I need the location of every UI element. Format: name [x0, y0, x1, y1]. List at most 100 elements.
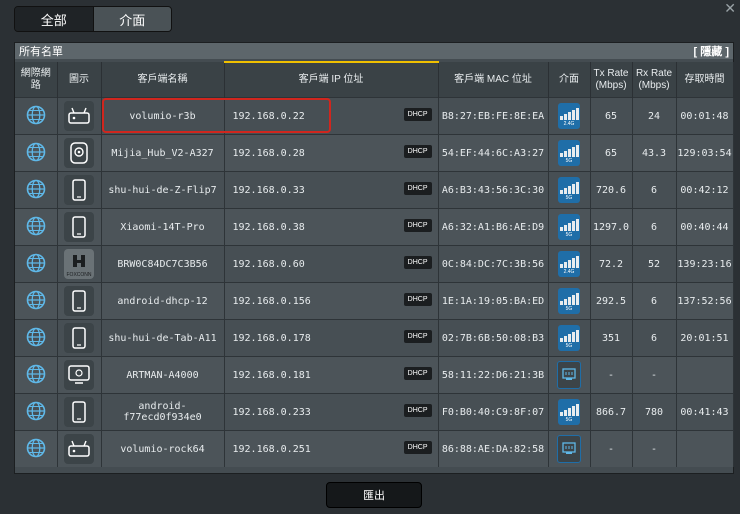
ip-text: 192.168.0.156: [232, 295, 311, 307]
panel-header: 所有名單 [ 隱藏 ]: [15, 43, 733, 59]
client-name[interactable]: ARTMAN-A4000: [101, 356, 225, 394]
device-icon-cell[interactable]: [57, 430, 102, 467]
tab-all[interactable]: 全部: [15, 7, 93, 31]
client-ip: 192.168.0.33 DHCP: [224, 171, 439, 209]
rx-rate: 6: [632, 208, 677, 246]
internet-cell[interactable]: [15, 208, 58, 246]
internet-cell[interactable]: [15, 319, 58, 357]
table-row[interactable]: shu-hui-de-Z-Flip7 192.168.0.33 DHCP A6:B3:…: [15, 171, 734, 209]
table-row[interactable]: shu-hui-de-Tab-A11 192.168.0.178 DHCP 02:7B…: [15, 319, 734, 357]
internet-cell[interactable]: [15, 134, 58, 172]
internet-cell[interactable]: [15, 97, 58, 135]
hide-link[interactable]: [ 隱藏 ]: [694, 43, 729, 59]
client-mac: F0:B0:40:C9:8F:07: [438, 393, 549, 431]
globe-icon[interactable]: [26, 401, 46, 424]
table-row[interactable]: android-f77ecd0f934e0 192.168.0.233 DHCP F0…: [15, 393, 734, 431]
table-row[interactable]: Xiaomi-14T-Pro 192.168.0.38 DHCP A6:32:A1:B…: [15, 208, 734, 246]
globe-icon[interactable]: [26, 179, 46, 202]
device-icon-cell[interactable]: [57, 319, 102, 357]
dhcp-badge: DHCP: [403, 182, 432, 195]
table-row[interactable]: ARTMAN-A4000 192.168.0.181 DHCP 58:11:22:D6…: [15, 356, 734, 394]
router-icon[interactable]: [64, 101, 94, 131]
router-icon[interactable]: [64, 434, 94, 464]
device-icon-cell[interactable]: [57, 97, 102, 135]
tab-interface[interactable]: 介面: [92, 7, 171, 31]
globe-icon[interactable]: [26, 327, 46, 350]
internet-cell[interactable]: [15, 245, 58, 283]
client-name[interactable]: volumio-rock64: [101, 430, 225, 467]
client-name[interactable]: shu-hui-de-Z-Flip7: [101, 171, 225, 209]
internet-cell[interactable]: [15, 282, 58, 320]
globe-icon[interactable]: [26, 438, 46, 461]
rx-rate: 780: [632, 393, 677, 431]
client-ip: 192.168.0.60 DHCP: [224, 245, 439, 283]
interface-cell: 2.4G: [548, 97, 591, 135]
client-ip: 192.168.0.38 DHCP: [224, 208, 439, 246]
ip-text: 192.168.0.178: [232, 332, 311, 344]
table-row[interactable]: FOXCONN BRW0C84DC7C3B56 192.168.0.60 DHCP 0C…: [15, 245, 734, 283]
globe-icon[interactable]: [26, 253, 46, 276]
device-icon-cell[interactable]: [57, 282, 102, 320]
wifi-interface-icon: 5G: [558, 140, 580, 166]
device-icon-cell[interactable]: FOXCONN: [57, 245, 102, 283]
col-access-time[interactable]: 存取時間: [676, 62, 734, 98]
internet-cell[interactable]: [15, 356, 58, 394]
col-icon[interactable]: 圖示: [57, 62, 102, 98]
client-name[interactable]: shu-hui-de-Tab-A11: [101, 319, 225, 357]
internet-cell[interactable]: [15, 430, 58, 467]
phone-icon[interactable]: [64, 212, 94, 242]
table-row[interactable]: volumio-rock64 192.168.0.251 DHCP 86:88:AE:…: [15, 430, 734, 467]
phone-icon[interactable]: [64, 323, 94, 353]
dhcp-badge: DHCP: [403, 367, 432, 380]
phone-icon[interactable]: [64, 286, 94, 316]
globe-icon[interactable]: [26, 290, 46, 313]
foxconn-icon[interactable]: FOXCONN: [64, 249, 94, 279]
table-row[interactable]: android-dhcp-12 192.168.0.156 DHCP 1E:1A:19…: [15, 282, 734, 320]
client-ip: 192.168.0.181 DHCP: [224, 356, 439, 394]
tx-rate: 351: [590, 319, 633, 357]
internet-cell[interactable]: [15, 171, 58, 209]
rx-rate: 52: [632, 245, 677, 283]
ip-text: 192.168.0.181: [232, 369, 311, 381]
export-button[interactable]: 匯出: [326, 482, 422, 508]
phone-icon[interactable]: [64, 175, 94, 205]
device-icon-cell[interactable]: [57, 171, 102, 209]
ethernet-interface-icon: [557, 361, 581, 389]
client-name[interactable]: android-dhcp-12: [101, 282, 225, 320]
ip-text: 192.168.0.33: [232, 184, 305, 196]
access-time: 00:42:12: [676, 171, 734, 209]
col-client-ip[interactable]: 客戶端 IP 位址: [224, 61, 439, 98]
device-icon-cell[interactable]: [57, 393, 102, 431]
client-list-panel: 所有名單 [ 隱藏 ] 網際網路 圖示 客戶端名稱 客戶端 IP 位址 客戶端 …: [14, 42, 734, 474]
globe-icon[interactable]: [26, 216, 46, 239]
device-icon-cell[interactable]: [57, 134, 102, 172]
device-icon-cell[interactable]: [57, 356, 102, 394]
globe-icon[interactable]: [26, 105, 46, 128]
monitor-icon[interactable]: [64, 360, 94, 390]
ip-text: 192.168.0.60: [232, 258, 305, 270]
selection-highlight: [102, 98, 331, 133]
client-mac: 54:EF:44:6C:A3:27: [438, 134, 549, 172]
client-name[interactable]: BRW0C84DC7C3B56: [101, 245, 225, 283]
access-time: 00:41:43: [676, 393, 734, 431]
col-internet[interactable]: 網際網路: [15, 62, 58, 98]
tx-rate: 292.5: [590, 282, 633, 320]
device-icon-cell[interactable]: [57, 208, 102, 246]
phone-icon[interactable]: [64, 397, 94, 427]
client-name[interactable]: android-f77ecd0f934e0: [101, 393, 225, 431]
internet-cell[interactable]: [15, 393, 58, 431]
close-icon[interactable]: ✕: [724, 0, 736, 17]
client-ip: 192.168.0.251 DHCP: [224, 430, 439, 467]
globe-icon[interactable]: [26, 142, 46, 165]
col-tx-rate[interactable]: Tx Rate (Mbps): [590, 62, 633, 98]
globe-icon[interactable]: [26, 364, 46, 387]
client-name[interactable]: Mijia_Hub_V2-A327: [101, 134, 225, 172]
col-client-mac[interactable]: 客戶端 MAC 位址: [438, 62, 549, 98]
col-client-name[interactable]: 客戶端名稱: [101, 62, 225, 98]
col-rx-rate[interactable]: Rx Rate (Mbps): [632, 62, 677, 98]
access-time: 139:23:16: [676, 245, 734, 283]
client-name[interactable]: Xiaomi-14T-Pro: [101, 208, 225, 246]
col-interface[interactable]: 介面: [548, 62, 591, 98]
camera-icon[interactable]: [64, 138, 94, 168]
table-row[interactable]: Mijia_Hub_V2-A327 192.168.0.28 DHCP 54:EF:4…: [15, 134, 734, 172]
